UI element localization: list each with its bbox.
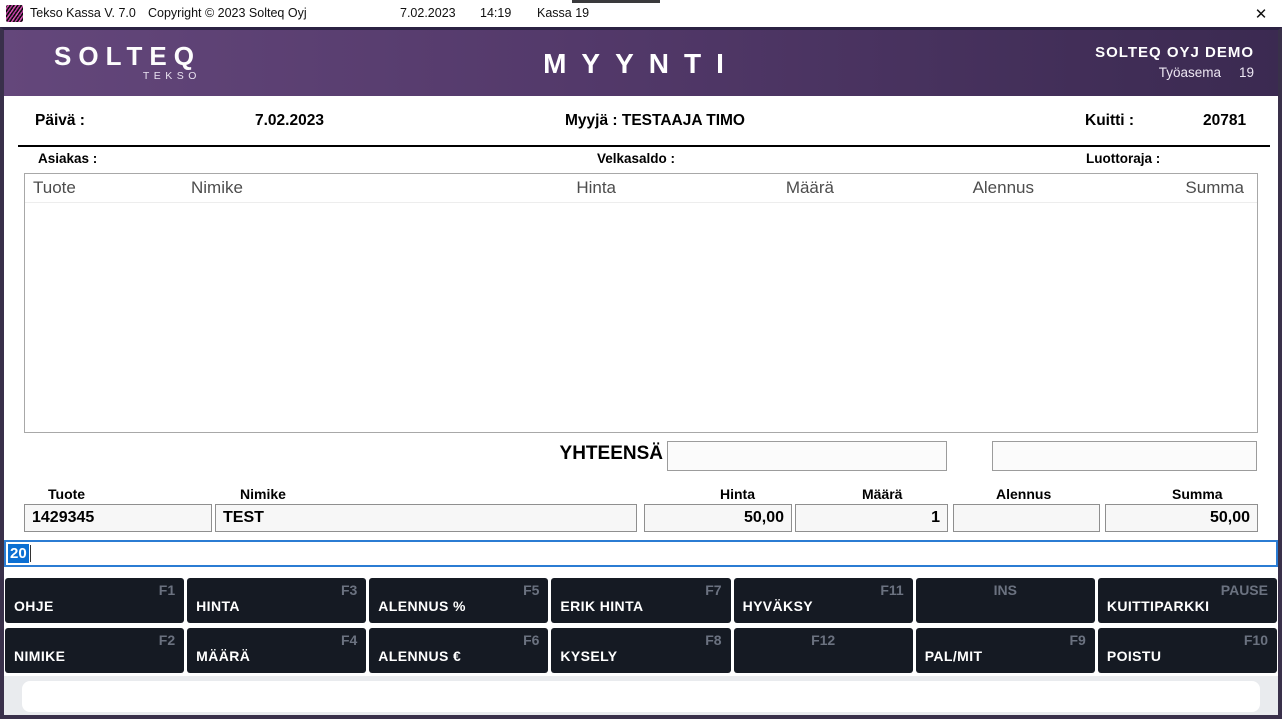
entry-label-tuote: Tuote — [48, 486, 85, 502]
fkey-label: ALENNUS € — [378, 648, 461, 664]
header-right-block: SOLTEQ OYJ DEMO Työasema 19 — [1095, 44, 1254, 80]
fkey-shortcut: F1 — [159, 582, 175, 598]
alennus-euro-button[interactable]: ALENNUS € F6 — [369, 628, 548, 673]
titlebar-time: 14:19 — [480, 6, 511, 20]
entry-label-nimike: Nimike — [240, 486, 286, 502]
fkey-label: KYSELY — [560, 648, 617, 664]
entry-label-summa: Summa — [1172, 486, 1223, 502]
fkey-label: HYVÄKSY — [743, 598, 813, 614]
fkey-shortcut: F8 — [705, 632, 721, 648]
workstation-info: Työasema 19 — [1095, 65, 1254, 80]
titlebar: Tekso Kassa V. 7.0 Copyright © 2023 Solt… — [0, 0, 1282, 27]
fkey-shortcut: F10 — [1244, 632, 1268, 648]
entry-label-alennus: Alennus — [996, 486, 1051, 502]
quantity-input[interactable] — [795, 504, 948, 532]
line-sum-input[interactable] — [1105, 504, 1258, 532]
fkey-label: MÄÄRÄ — [196, 648, 250, 664]
product-code-input[interactable] — [24, 504, 212, 532]
entry-label-hinta: Hinta — [720, 486, 755, 502]
sale-lines-table: Tuote Nimike Hinta Määrä Alennus Summa — [24, 173, 1258, 433]
fkey-label: HINTA — [196, 598, 240, 614]
receipt-number: 20781 — [1203, 112, 1246, 130]
poistu-button[interactable]: POISTU F10 — [1098, 628, 1277, 673]
kuittiparkki-button[interactable]: KUITTIPARKKI PAUSE — [1098, 578, 1277, 623]
company-name: SOLTEQ OYJ DEMO — [1095, 44, 1254, 61]
col-header-alennus: Alennus — [973, 178, 1034, 198]
command-input[interactable]: 20 — [4, 540, 1278, 567]
hinta-button[interactable]: HINTA F3 — [187, 578, 366, 623]
divider-line — [18, 145, 1270, 147]
price-input[interactable] — [644, 504, 792, 532]
fkey-shortcut: F3 — [341, 582, 357, 598]
close-icon[interactable]: ✕ — [1250, 4, 1272, 24]
pal-mit-button[interactable]: PAL/MIT F9 — [916, 628, 1095, 673]
fkey-label: KUITTIPARKKI — [1107, 598, 1210, 614]
col-header-nimike: Nimike — [191, 178, 243, 198]
col-header-summa: Summa — [1185, 178, 1244, 198]
workstation-label: Työasema — [1159, 65, 1221, 80]
fkey-shortcut: F11 — [880, 582, 903, 598]
table-header-separator — [25, 202, 1257, 203]
solteq-app-icon — [6, 5, 23, 22]
nimike-button[interactable]: NIMIKE F2 — [5, 628, 184, 673]
pos-window: Tekso Kassa V. 7.0 Copyright © 2023 Solt… — [0, 0, 1282, 719]
text-cursor — [30, 545, 31, 562]
fkey-label: POISTU — [1107, 648, 1162, 664]
fkey-shortcut: INS — [916, 582, 1095, 598]
total-secondary-field[interactable] — [992, 441, 1257, 471]
debt-label: Velkasaldo : — [597, 151, 675, 166]
erik-hinta-button[interactable]: ERIK HINTA F7 — [551, 578, 730, 623]
fkey-label: OHJE — [14, 598, 54, 614]
fkey-shortcut: F7 — [705, 582, 721, 598]
credit-label: Luottoraja : — [1086, 151, 1160, 166]
fkey-shortcut: F12 — [734, 632, 913, 648]
entry-label-maara: Määrä — [862, 486, 902, 502]
fkey-label: PAL/MIT — [925, 648, 983, 664]
kysely-button[interactable]: KYSELY F8 — [551, 628, 730, 673]
receipt-label: Kuitti : — [1085, 112, 1134, 130]
fkey-shortcut: F4 — [341, 632, 357, 648]
status-bar — [22, 681, 1260, 712]
fkey-shortcut: F5 — [523, 582, 539, 598]
date-label: Päivä : — [35, 112, 85, 130]
col-header-tuote: Tuote — [33, 178, 76, 198]
fkey-label: ERIK HINTA — [560, 598, 643, 614]
copyright-text: Copyright © 2023 Solteq Oyj — [148, 6, 307, 20]
app-header: SOLTEQ TEKSO MYYNTI SOLTEQ OYJ DEMO Työa… — [4, 30, 1278, 96]
total-label: YHTEENSÄ — [560, 443, 663, 465]
register-label: Kassa 19 — [537, 6, 589, 20]
seller-info: Myyjä : TESTAAJA TIMO — [565, 112, 745, 130]
fkey-label: ALENNUS % — [378, 598, 466, 614]
fkey-shortcut: F9 — [1070, 632, 1086, 648]
total-amount-field[interactable] — [667, 441, 947, 471]
col-header-hinta: Hinta — [576, 178, 616, 198]
function-key-grid: OHJE F1 HINTA F3 ALENNUS % F5 ERIK HINTA… — [5, 578, 1277, 673]
titlebar-date: 7.02.2023 — [400, 6, 456, 20]
fkey-label: NIMIKE — [14, 648, 65, 664]
f12-button[interactable]: F12 — [734, 628, 913, 673]
hyvaksy-button[interactable]: HYVÄKSY F11 — [734, 578, 913, 623]
product-name-input[interactable] — [215, 504, 637, 532]
page-title: MYYNTI — [4, 48, 1278, 80]
screen-artifact — [572, 0, 660, 3]
command-selected-text: 20 — [8, 544, 29, 563]
customer-label: Asiakas : — [38, 151, 97, 166]
discount-input[interactable] — [953, 504, 1100, 532]
ins-button[interactable]: INS — [916, 578, 1095, 623]
bottom-strip — [4, 676, 1278, 715]
maara-button[interactable]: MÄÄRÄ F4 — [187, 628, 366, 673]
date-value: 7.02.2023 — [255, 112, 324, 130]
fkey-shortcut: PAUSE — [1221, 582, 1268, 598]
workstation-number: 19 — [1239, 65, 1254, 80]
fkey-shortcut: F2 — [159, 632, 175, 648]
ohje-button[interactable]: OHJE F1 — [5, 578, 184, 623]
alennus-percent-button[interactable]: ALENNUS % F5 — [369, 578, 548, 623]
fkey-shortcut: F6 — [523, 632, 539, 648]
app-title: Tekso Kassa V. 7.0 — [30, 6, 136, 20]
col-header-maara: Määrä — [786, 178, 834, 198]
